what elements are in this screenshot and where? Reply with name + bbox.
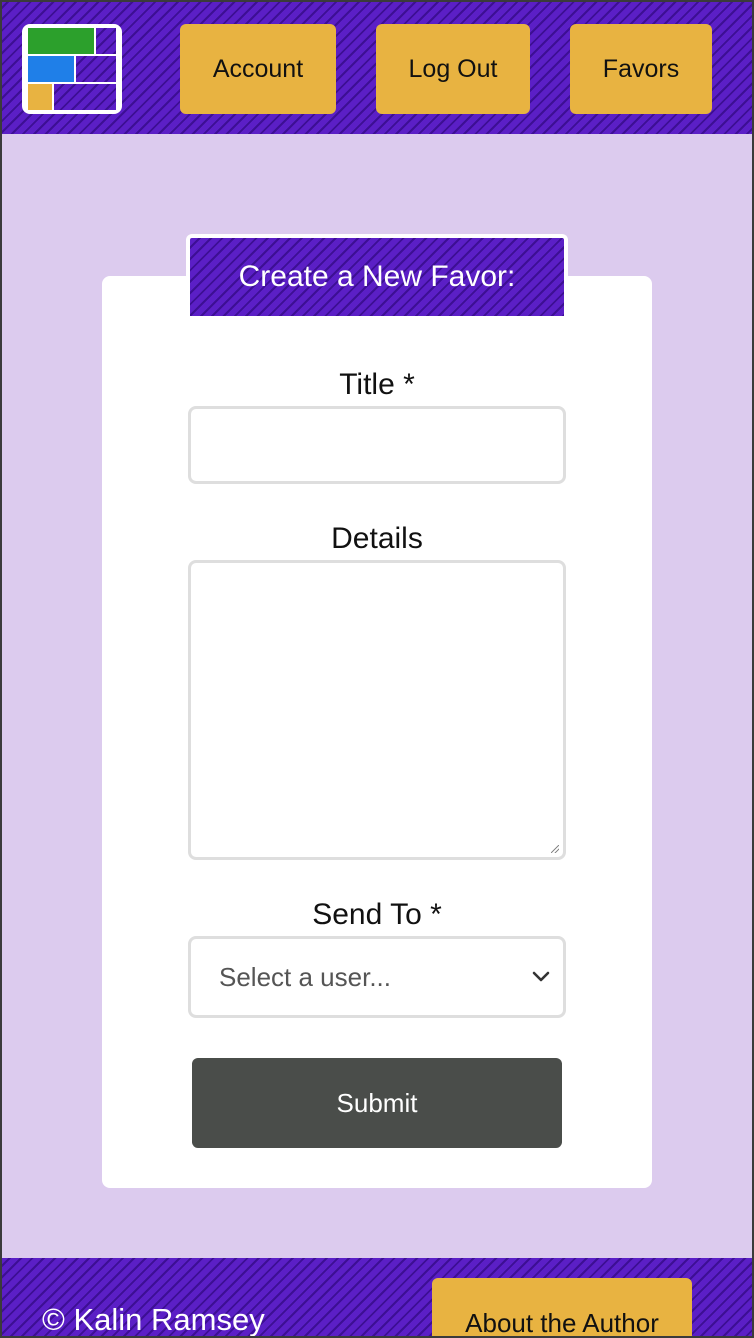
copyright-text: © Kalin Ramsey (42, 1302, 265, 1337)
logo-block-purple (96, 28, 116, 54)
form-title-tab: Create a New Favor: (186, 234, 568, 316)
resize-grip-icon[interactable] (551, 845, 559, 853)
logo-block-purple (76, 56, 116, 82)
account-button-label: Account (212, 54, 304, 83)
about-the-author-label: About the Author (465, 1308, 659, 1338)
logo-block-purple (54, 84, 116, 110)
logo-block-blue (28, 56, 74, 82)
chevron-down-icon (532, 971, 550, 982)
send-to-selected-value: Select a user... (219, 961, 391, 992)
account-button[interactable]: Account (180, 24, 336, 114)
details-label: Details (331, 522, 423, 555)
top-nav-bar: Account Log Out Favors (0, 0, 754, 134)
favors-button[interactable]: Favors (570, 24, 712, 114)
favors-button-label: Favors (602, 54, 680, 83)
form-title: Create a New Favor: (238, 260, 516, 293)
logo-block-gold (28, 84, 52, 110)
favors-app-logo-icon[interactable] (22, 24, 122, 114)
title-input[interactable] (188, 406, 566, 484)
details-textarea[interactable] (188, 560, 566, 860)
submit-button-label: Submit (336, 1087, 418, 1118)
log-out-button-label: Log Out (408, 54, 498, 83)
send-to-label: Send To * (312, 898, 442, 931)
submit-button[interactable]: Submit (192, 1058, 562, 1148)
log-out-button[interactable]: Log Out (376, 24, 530, 114)
about-the-author-button[interactable]: About the Author (432, 1278, 692, 1338)
footer-bar: © Kalin Ramsey About the Author (0, 1258, 754, 1338)
logo-block-green (28, 28, 94, 54)
title-label: Title * (339, 368, 415, 401)
send-to-select[interactable]: Select a user... (188, 936, 566, 1018)
